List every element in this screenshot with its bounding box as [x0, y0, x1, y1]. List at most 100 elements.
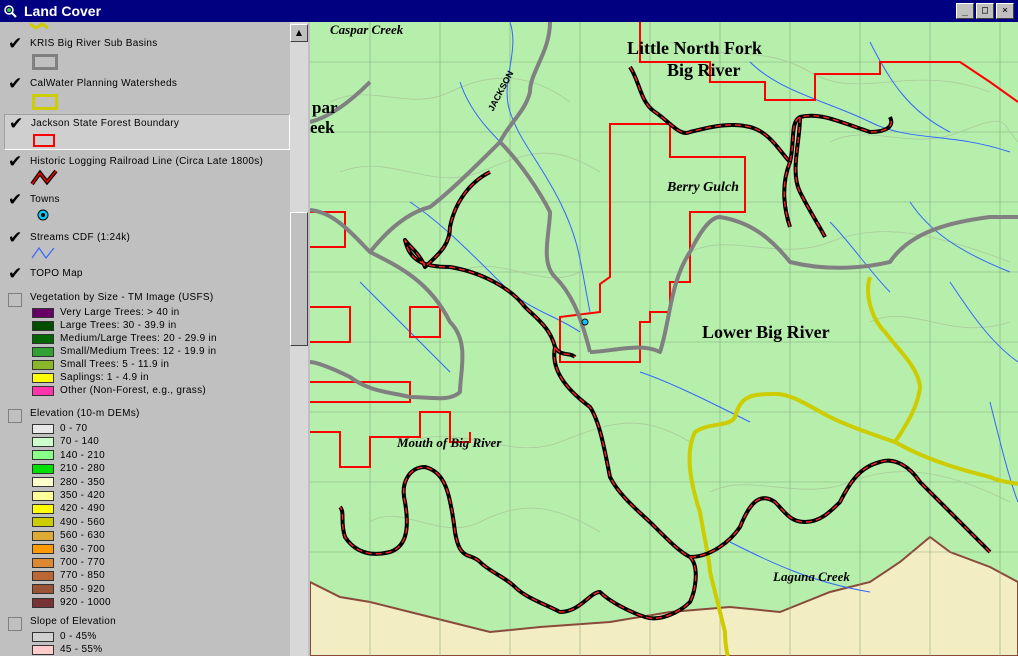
- class-label: 70 - 140: [60, 436, 100, 448]
- label-mouth-of-big-river: Mouth of Big River: [397, 435, 502, 450]
- class-label: Small/Medium Trees: 12 - 19.9 in: [60, 346, 217, 357]
- class-label: Large Trees: 30 - 39.9 in: [60, 320, 177, 331]
- class-swatch: [32, 307, 54, 318]
- class-label: Small Trees: 5 - 11.9 in: [60, 359, 170, 370]
- class-swatch: [32, 450, 54, 461]
- layer-elevation[interactable]: Elevation (10-m DEMs) 0 - 70 70 - 140 14…: [4, 406, 288, 612]
- class-label: 0 - 45%: [60, 631, 97, 642]
- class-swatch: [32, 372, 54, 383]
- subbasin-symbol: [32, 54, 58, 70]
- layer-checkbox[interactable]: ✔: [8, 154, 22, 171]
- class-swatch: [32, 597, 54, 608]
- class-swatch: [32, 490, 54, 501]
- legend-class: 560 - 630: [32, 529, 105, 542]
- layer-label: CalWater Planning Watersheds: [30, 78, 178, 89]
- streams-layer: [359, 22, 1018, 593]
- layer-calwater-watersheds[interactable]: ✔ CalWater Planning Watersheds: [4, 76, 288, 110]
- label-caspar-partial-1: par: [312, 98, 338, 117]
- layer-checkbox[interactable]: ✔: [8, 266, 22, 283]
- town-icon[interactable]: [581, 318, 589, 326]
- layer-historic-railroad[interactable]: ✔ Historic Logging Railroad Line (Circa …: [4, 154, 288, 188]
- maximize-button[interactable]: □: [976, 3, 994, 19]
- legend-class: 700 - 770: [32, 556, 105, 569]
- class-swatch: [32, 320, 54, 331]
- layer-kris-sub-basins[interactable]: ✔ KRIS Big River Sub Basins: [4, 36, 288, 70]
- class-swatch: [32, 584, 54, 595]
- layer-checkbox[interactable]: ✔: [8, 230, 22, 247]
- layer-topo-map[interactable]: ✔ TOPO Map: [4, 266, 288, 286]
- legend-class: Medium/Large Trees: 20 - 29.9 in: [32, 332, 217, 345]
- class-swatch: [32, 333, 54, 344]
- layer-slope[interactable]: Slope of Elevation 0 - 45% 45 - 55%: [4, 614, 288, 656]
- legend-class: Small/Medium Trees: 12 - 19.9 in: [32, 345, 216, 358]
- layer-checkbox[interactable]: ✔: [8, 36, 22, 53]
- map-view[interactable]: Caspar Creek Little North Fork Big River…: [310, 22, 1018, 656]
- scroll-thumb[interactable]: [290, 212, 308, 346]
- layer-label: Historic Logging Railroad Line (Circa La…: [30, 156, 264, 167]
- class-label: 0 - 70: [60, 423, 88, 434]
- legend-class: 630 - 700: [32, 543, 105, 556]
- layer-checkbox[interactable]: ✔: [9, 116, 23, 133]
- class-swatch: [32, 644, 54, 655]
- layer-checkbox[interactable]: ✔: [8, 192, 22, 209]
- class-swatch: [32, 436, 54, 447]
- layer-streams[interactable]: ✔ Streams CDF (1:24k): [4, 230, 288, 262]
- layer-label: Elevation (10-m DEMs): [30, 408, 140, 419]
- title-bar: Land Cover _ □ ×: [0, 0, 1018, 22]
- label-little-north-fork-big-river: Big River: [667, 60, 741, 80]
- label-lower-big-river: Lower Big River: [702, 322, 830, 342]
- legend-class: 490 - 560: [32, 516, 105, 529]
- stream-symbol: [31, 246, 55, 260]
- class-swatch: [32, 385, 54, 396]
- legend-class: 280 - 350: [32, 476, 105, 489]
- layer-checkbox[interactable]: [8, 409, 22, 423]
- layer-label: Vegetation by Size - TM Image (USFS): [30, 292, 214, 303]
- layer-checkbox[interactable]: [8, 293, 22, 307]
- layer-checkbox[interactable]: [8, 617, 22, 631]
- class-label: 700 - 770: [60, 557, 105, 568]
- close-button[interactable]: ×: [996, 3, 1014, 19]
- legend-class: 770 - 850: [32, 569, 105, 582]
- legend-class: Large Trees: 30 - 39.9 in: [32, 319, 176, 332]
- legend-class: 70 - 140: [32, 435, 99, 448]
- legend-class: 140 - 210: [32, 449, 105, 462]
- legend-class: 210 - 280: [32, 462, 105, 475]
- class-label: 920 - 1000: [60, 597, 111, 609]
- map-canvas[interactable]: [310, 22, 1018, 656]
- coast-area: [310, 535, 1018, 656]
- layer-towns[interactable]: ✔ Towns: [4, 192, 288, 224]
- layer-jackson-forest-boundary[interactable]: ✔ Jackson State Forest Boundary: [4, 114, 290, 150]
- label-little-north-fork: Little North Fork: [627, 38, 762, 58]
- class-swatch: [32, 631, 54, 642]
- label-caspar-partial-2: eek: [310, 118, 335, 137]
- class-label: 490 - 560: [60, 516, 105, 528]
- legend-class: 420 - 490: [32, 502, 105, 515]
- class-label: 140 - 210: [60, 449, 105, 461]
- class-swatch: [32, 544, 54, 555]
- class-swatch: [32, 359, 54, 370]
- layer-vegetation[interactable]: Vegetation by Size - TM Image (USFS) Ver…: [4, 290, 288, 402]
- layer-label: TOPO Map: [30, 268, 83, 279]
- class-swatch: [32, 503, 54, 514]
- towns-layer: [581, 318, 589, 326]
- railroad-symbol: [30, 169, 58, 186]
- class-label: 45 - 55%: [60, 644, 103, 655]
- class-label: Other (Non-Forest, e.g., grass): [60, 385, 207, 396]
- minimize-button[interactable]: _: [956, 3, 974, 19]
- class-swatch: [32, 423, 54, 434]
- layer-label: KRIS Big River Sub Basins: [30, 38, 158, 49]
- scroll-up-button[interactable]: ▲: [290, 24, 308, 42]
- class-swatch: [32, 477, 54, 488]
- legend-scrollbar[interactable]: ▲: [290, 22, 308, 656]
- class-swatch: [32, 463, 54, 474]
- forest-boundary-symbol: [33, 134, 55, 147]
- class-label: 560 - 630: [60, 530, 105, 542]
- layer-checkbox[interactable]: ✔: [8, 76, 22, 93]
- class-label: 850 - 920: [60, 583, 105, 595]
- watershed-symbol: [32, 94, 58, 110]
- legend-class: Very Large Trees: > 40 in: [32, 306, 180, 319]
- class-label: 350 - 420: [60, 490, 105, 501]
- legend-panel: ✔ KRIS Big River Sub Basins ✔ CalWater P…: [0, 22, 290, 656]
- class-label: Very Large Trees: > 40 in: [60, 307, 180, 318]
- layer-label: Slope of Elevation: [30, 616, 117, 627]
